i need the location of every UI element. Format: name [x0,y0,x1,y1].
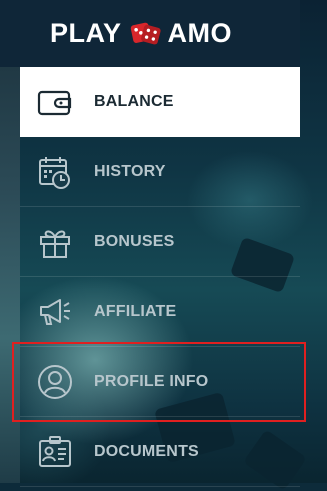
menu-item-documents[interactable]: DOCUMENTS [20,417,300,487]
gift-icon [36,223,74,261]
account-menu: BALANCE HISTORY BONUSES AFFILIATE PROFIL… [20,67,300,487]
playamo-logo[interactable]: PLAY AMO [50,13,232,53]
id-card-icon [36,433,74,471]
menu-item-label: AFFILIATE [94,302,177,320]
menu-item-balance[interactable]: BALANCE [20,67,300,137]
calendar-clock-icon [36,153,74,191]
menu-item-bonuses[interactable]: BONUSES [20,207,300,277]
user-circle-icon [36,363,74,401]
menu-item-label: HISTORY [94,162,166,180]
menu-item-label: DOCUMENTS [94,442,199,460]
megaphone-icon [36,293,74,331]
menu-item-label: BALANCE [94,93,174,110]
menu-item-profile-info[interactable]: PROFILE INFO [20,347,300,417]
dice-icon [130,22,161,45]
logo-text-right: AMO [167,17,233,48]
menu-item-label: BONUSES [94,232,175,250]
wallet-icon [36,83,74,121]
header: PLAY AMO [0,0,300,67]
logo-text-left: PLAY [50,17,122,48]
menu-item-label: PROFILE INFO [94,372,209,390]
menu-item-history[interactable]: HISTORY [20,137,300,207]
left-edge-strip [0,0,20,483]
menu-item-affiliate[interactable]: AFFILIATE [20,277,300,347]
